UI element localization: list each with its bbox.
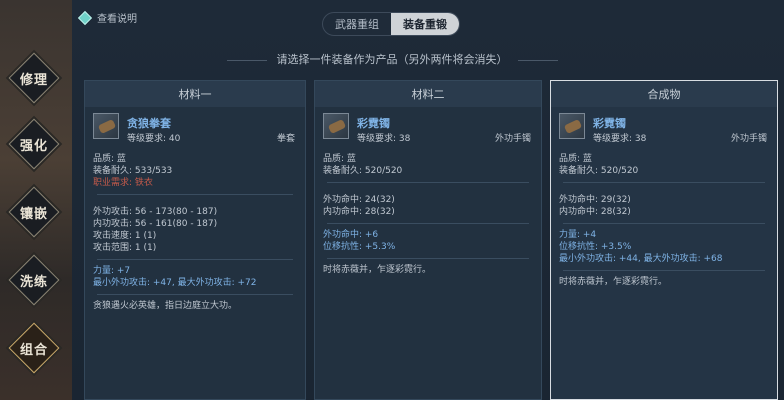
attr-line: 外功命中: +6 [323,230,379,240]
divider [563,182,765,183]
help-gem-icon [77,10,93,25]
divider [327,258,529,259]
flavor-text: 时将赤薇并，乍逐彩霓行。 [559,277,668,287]
attr-line: 位移抗性: +5.3% [323,242,396,252]
sidebar-item-label: 组合 [19,342,48,358]
divider [563,223,765,224]
quality-line: 品质: 蓝 [323,154,356,164]
class-requirement-line: 职业需求: 铁衣 [93,178,153,188]
material-one-panel[interactable]: 材料一 贪狼拳套 等级要求: 40 拳套 品质: 蓝 装备耐久: 533/533… [84,80,306,400]
level-requirement: 等级要求: 38 [593,134,647,144]
sidebar-item-refine[interactable]: 洗练 [6,252,62,308]
bracelet-icon[interactable] [323,113,349,139]
stat-line: 内功命中: 28(32) [559,207,631,217]
quality-line: 品质: 蓝 [559,154,592,164]
stat-line: 攻击速度: 1 (1) [93,231,157,241]
panel-title: 材料一 [85,81,305,107]
item-type: 拳套 [276,134,295,144]
tab-bar: 武器重组 装备重锻 [322,12,460,36]
tab-equipment-reforge[interactable]: 装备重锻 [391,13,459,35]
stat-line: 内功攻击: 56 - 161(80 - 187) [93,219,218,229]
material-two-panel[interactable]: 材料二 彩霓镯 等级要求: 38 外功手镯 品质: 蓝 装备耐久: 520/52… [314,80,542,400]
level-requirement: 等级要求: 40 [127,134,181,144]
tab-weapon-reforge[interactable]: 武器重组 [323,13,391,35]
stat-line: 外功攻击: 56 - 173(80 - 187) [93,207,218,217]
sidebar-item-label: 洗练 [19,274,48,290]
instruction-label: 请选择一件装备作为产品（另外两件将会消失） [276,53,508,66]
divider [97,294,293,295]
divider [97,194,293,195]
attr-line: 最小外功攻击: +44, 最大外功攻击: +68 [559,254,723,264]
sidebar-item-label: 修理 [19,72,48,88]
panel-title: 合成物 [551,81,777,107]
attr-line: 力量: +7 [93,266,131,276]
durability-line: 装备耐久: 520/520 [559,166,639,176]
stat-line: 攻击范围: 1 (1) [93,243,157,253]
stat-line: 外功命中: 29(32) [559,195,631,205]
attr-line: 力量: +4 [559,230,597,240]
bracelet-icon[interactable] [559,113,585,139]
item-type: 外功手镯 [730,134,767,144]
durability-line: 装备耐久: 533/533 [93,166,173,176]
attr-line: 位移抗性: +3.5% [559,242,632,252]
sidebar-item-label: 镶嵌 [19,206,48,222]
sidebar-item-label: 强化 [19,138,48,154]
sidebar-item-enhance[interactable]: 强化 [6,116,62,172]
panel-title: 材料二 [315,81,541,107]
flavor-text: 贪狼遇火必英雄，指日边庭立大功。 [93,301,238,311]
item-type: 外功手镯 [494,134,531,144]
instruction-text: 请选择一件装备作为产品（另外两件将会消失） [0,51,784,67]
durability-line: 装备耐久: 520/520 [323,166,403,176]
sidebar-item-combine[interactable]: 组合 [6,320,62,376]
gauntlet-icon[interactable] [93,113,119,139]
level-requirement: 等级要求: 38 [357,134,411,144]
divider [327,182,529,183]
sidebar-item-inlay[interactable]: 镶嵌 [6,184,62,240]
divider [563,270,765,271]
help-label: 查看说明 [97,14,137,25]
divider [97,259,293,260]
divider [327,223,529,224]
result-panel[interactable]: 合成物 彩霓镯 等级要求: 38 外功手镯 品质: 蓝 装备耐久: 520/52… [550,80,778,400]
stat-line: 外功命中: 24(32) [323,195,395,205]
attr-line: 最小外功攻击: +47, 最大外功攻击: +72 [93,278,257,288]
item-name: 彩霓镯 [357,117,390,130]
help-link[interactable]: 查看说明 [77,10,137,25]
stat-line: 内功命中: 28(32) [323,207,395,217]
flavor-text: 时将赤薇并，乍逐彩霓行。 [323,265,432,275]
item-name: 贪狼拳套 [127,117,171,130]
item-name: 彩霓镯 [593,117,626,130]
quality-line: 品质: 蓝 [93,154,126,164]
